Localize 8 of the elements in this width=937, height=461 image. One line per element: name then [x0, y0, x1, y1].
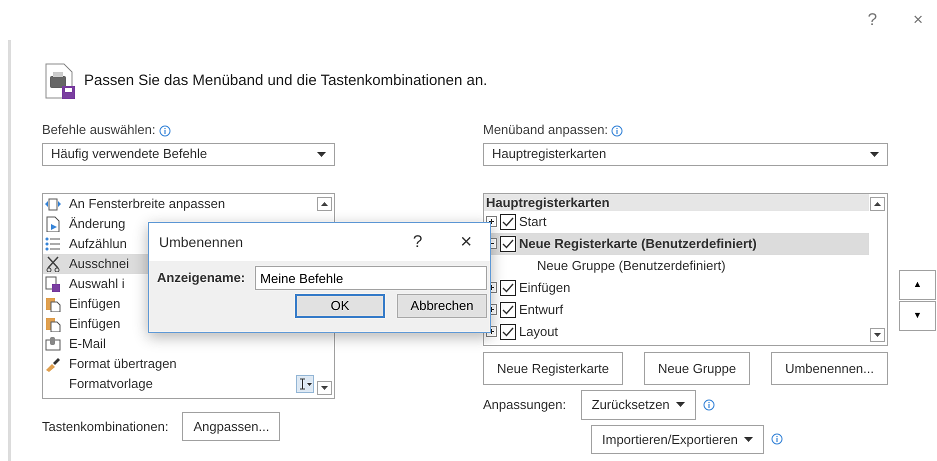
dialog-heading: Passen Sie das Menüband und die Tastenkombinationen an. — [84, 70, 488, 91]
field-label: Anpassungen: — [483, 396, 566, 414]
field-label: Tastenkombinationen: — [42, 418, 168, 436]
field-label: Befehle auswählen: — [42, 121, 156, 139]
dialog-title: Umbenennen — [159, 232, 244, 252]
field-label: Anzeigename: — [157, 269, 246, 288]
tree-header: Hauptregisterkarten — [484, 194, 869, 210]
field-label: Menüband anpassen: — [483, 121, 608, 139]
